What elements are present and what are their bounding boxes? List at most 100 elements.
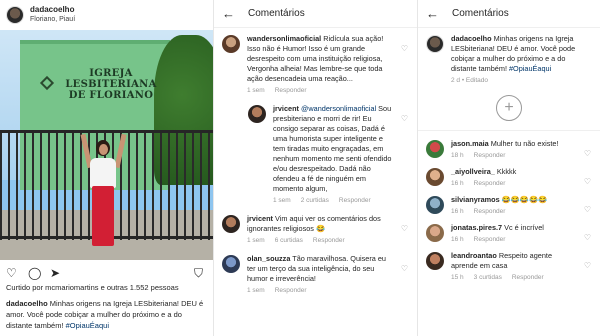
avatar[interactable] — [426, 35, 444, 53]
comment-item: jrvicent Vim aqui ver os comentários dos… — [214, 214, 417, 246]
avatar[interactable] — [248, 105, 266, 123]
comment-likes[interactable]: 3 curtidas — [474, 274, 502, 281]
comment-time: 1 sem — [273, 197, 291, 204]
sign-line-2: LESBITERIANA — [65, 79, 157, 90]
sign-line-3: DE FLORIANO — [68, 90, 154, 101]
bookmark-icon[interactable]: ⛉ — [194, 266, 203, 281]
post-photo[interactable]: IGREJA LESBITERIANA DE FLORIANO — [0, 30, 213, 260]
avatar[interactable] — [222, 215, 240, 233]
avatar[interactable] — [426, 252, 444, 270]
comments-topbar: ← Comentários — [214, 0, 417, 28]
avatar[interactable] — [426, 140, 444, 158]
post-caption: dadacoelho Minhas origens na Igreja LESb… — [6, 298, 210, 331]
caption-comment: dadacoelho Minhas origens na Igreja LESb… — [418, 34, 600, 86]
comment-item: leandroantao Respeito agente aprende em … — [418, 251, 600, 283]
comment-time: 16 h — [451, 208, 464, 215]
comment-text: Sou presbiteriano e morri de rir! Eu con… — [273, 104, 392, 193]
comment-item: olan_souzza Tão maravilhosa. Quisera eu … — [214, 254, 417, 296]
heart-icon[interactable]: ♡ — [584, 149, 591, 158]
share-icon[interactable]: ➤ — [50, 266, 60, 280]
comment-item: jonatas.pires.7 Vc é incrível 16 h Respon… — [418, 223, 600, 245]
add-icon[interactable]: + — [496, 95, 522, 121]
comment-username[interactable]: dadacoelho — [451, 34, 492, 43]
comment-username[interactable]: jrvicent — [247, 214, 273, 223]
avatar[interactable] — [222, 35, 240, 53]
comment-username[interactable]: olan_souzza — [247, 254, 290, 263]
avatar[interactable] — [222, 255, 240, 273]
comments-topbar: ← Comentários — [418, 0, 600, 28]
heart-icon[interactable]: ♡ — [401, 114, 408, 123]
comment-time: 15 h — [451, 274, 464, 281]
comment-username[interactable]: leandroantao — [451, 251, 497, 260]
divider — [418, 130, 600, 131]
heart-icon[interactable]: ♡ — [584, 177, 591, 186]
comment-text: Vc é incrível — [502, 223, 544, 232]
comment-time: 1 sem — [247, 237, 265, 244]
avatar[interactable] — [6, 6, 24, 24]
page-title: Comentários — [452, 8, 509, 19]
comment-item: wandersonlimaoficial Ridícula sua ação! … — [214, 34, 417, 96]
person-pants — [92, 186, 114, 246]
post-panel: dadacoelho Floriano, Piauí IGREJA LESBIT… — [0, 0, 214, 336]
avatar[interactable] — [426, 196, 444, 214]
comments-panel-2: ← Comentários dadacoelho Minhas origens … — [418, 0, 600, 336]
avatar[interactable] — [426, 168, 444, 186]
post-header: dadacoelho Floriano, Piauí — [0, 0, 213, 30]
reply-button[interactable]: Responder — [474, 208, 506, 215]
sign-line-1: IGREJA — [89, 68, 133, 79]
person-face — [99, 144, 108, 155]
add-comment-area: + — [418, 95, 600, 121]
reply-button[interactable]: Responder — [512, 274, 544, 281]
comment-item: _aiyollveira_ Kkkkk 16 h Responder ♡ — [418, 167, 600, 189]
likes-count[interactable]: Curtido por mcmariomartins e outras 1.55… — [6, 283, 210, 292]
heart-icon[interactable]: ♡ — [401, 44, 408, 53]
comment-text: 😂😂😂😂😂 — [499, 195, 548, 204]
reply-button[interactable]: Responder — [275, 87, 307, 94]
reply-button[interactable]: Responder — [474, 152, 506, 159]
comment-text: Mulher tu não existe! — [488, 139, 559, 148]
heart-icon[interactable]: ♡ — [584, 205, 591, 214]
back-arrow-icon[interactable]: ← — [426, 6, 452, 21]
caption-hashtag[interactable]: #OpiauÉaqui — [509, 64, 551, 73]
church-sign: IGREJA LESBITERIANA DE FLORIANO — [52, 68, 170, 101]
post-location[interactable]: Floriano, Piauí — [30, 15, 75, 25]
reply-button[interactable]: Responder — [474, 236, 506, 243]
comment-username[interactable]: jonatas.pires.7 — [451, 223, 502, 232]
person-shirt — [90, 158, 116, 188]
comment-icon[interactable]: ◯ — [28, 266, 41, 280]
comment-item: jason.maia Mulher tu não existe! 18 h Res… — [418, 139, 600, 161]
heart-icon[interactable]: ♡ — [6, 266, 17, 280]
avatar[interactable] — [426, 224, 444, 242]
comment-time: 16 h — [451, 236, 464, 243]
comment-time: 1 sem — [247, 87, 265, 94]
reply-button[interactable]: Responder — [275, 287, 307, 294]
comment-likes[interactable]: 2 curtidas — [301, 197, 329, 204]
comment-username[interactable]: wandersonlimaoficial — [247, 34, 321, 43]
back-arrow-icon[interactable]: ← — [222, 6, 248, 21]
comment-time: 16 h — [451, 180, 464, 187]
heart-icon[interactable]: ♡ — [401, 224, 408, 233]
comment-time: 1 sem — [247, 287, 265, 294]
heart-icon[interactable]: ♡ — [584, 261, 591, 270]
post-actions: ♡ ◯ ➤ ⛉ — [6, 266, 208, 280]
comments-panel-1: ← Comentários wandersonlimaoficial Ridíc… — [214, 0, 418, 336]
reply-button[interactable]: Responder — [339, 197, 371, 204]
comment-mention[interactable]: @wandersonlimaoficial — [299, 104, 376, 113]
comment-likes[interactable]: 6 curtidas — [275, 237, 303, 244]
page-title: Comentários — [248, 8, 305, 19]
comment-username[interactable]: jason.maia — [451, 139, 489, 148]
comment-username[interactable]: jrvicent — [273, 104, 299, 113]
comment-username[interactable]: silvianyramos — [451, 195, 500, 204]
post-username[interactable]: dadacoelho — [30, 5, 75, 15]
heart-icon[interactable]: ♡ — [401, 264, 408, 273]
caption-username[interactable]: dadacoelho — [6, 299, 48, 308]
reply-button[interactable]: Responder — [313, 237, 345, 244]
comment-item: silvianyramos 😂😂😂😂😂 16 h Responder ♡ — [418, 195, 600, 217]
reply-button[interactable]: Responder — [474, 180, 506, 187]
photo-person — [80, 128, 127, 260]
comment-text: Kkkkk — [494, 167, 517, 176]
comment-time: 18 h — [451, 152, 464, 159]
caption-hashtag[interactable]: #OpiauÉaqui — [66, 321, 109, 330]
comment-username[interactable]: _aiyollveira_ — [451, 167, 495, 176]
heart-icon[interactable]: ♡ — [584, 233, 591, 242]
